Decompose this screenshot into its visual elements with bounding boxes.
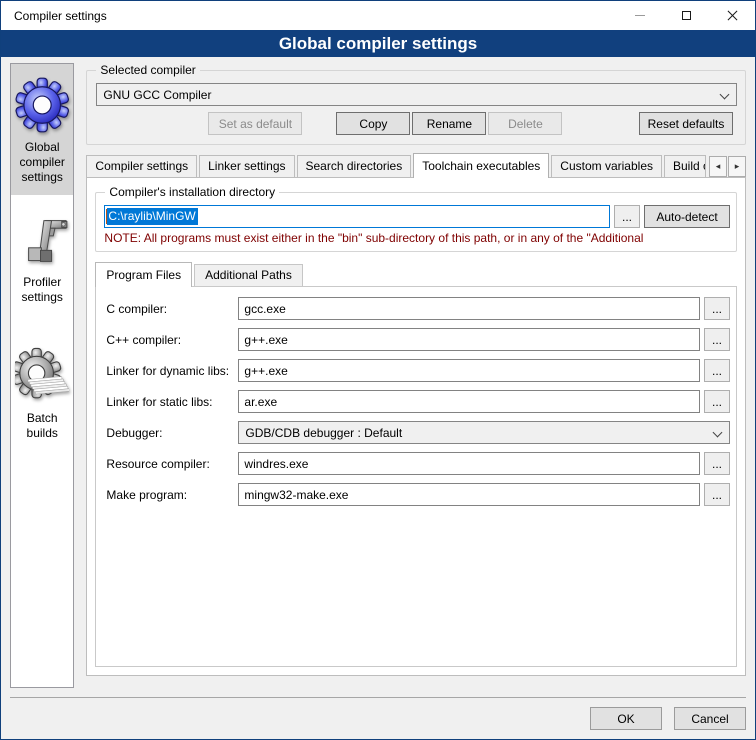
settings-tabstrip: Compiler settings Linker settings Search… — [86, 153, 746, 177]
dynamic-linker-row: Linker for dynamic libs: ... — [106, 359, 730, 382]
make-program-label: Make program: — [106, 488, 238, 502]
tab-scroll-right-button[interactable]: ▸ — [728, 156, 746, 177]
dialog-header-title: Global compiler settings — [279, 34, 477, 54]
dynamic-linker-input[interactable] — [238, 359, 700, 382]
auto-detect-button[interactable]: Auto-detect — [644, 205, 730, 228]
sidebar-item-label: Profiler settings — [15, 275, 69, 305]
chevron-down-icon — [713, 428, 723, 438]
tab-compiler-settings[interactable]: Compiler settings — [86, 155, 197, 177]
tab-linker-settings[interactable]: Linker settings — [199, 155, 294, 177]
sidebar-item-global-compiler-settings[interactable]: Global compiler settings — [11, 64, 73, 195]
blue-gear-icon — [15, 72, 69, 140]
content-row: Global compiler settings — [10, 57, 746, 689]
reset-defaults-button[interactable]: Reset defaults — [639, 112, 733, 135]
tab-scroll-left-button[interactable]: ◂ — [709, 156, 727, 177]
maximize-button[interactable] — [663, 1, 709, 30]
cpp-compiler-input[interactable] — [238, 328, 700, 351]
static-linker-label: Linker for static libs: — [106, 395, 238, 409]
installation-directory-value: C:\raylib\MinGW — [107, 208, 197, 225]
cancel-button[interactable]: Cancel — [674, 707, 746, 730]
static-linker-input[interactable] — [238, 390, 700, 413]
browse-directory-button[interactable]: ... — [614, 205, 640, 228]
c-compiler-row: C compiler: ... — [106, 297, 730, 320]
installation-directory-input[interactable]: C:\raylib\MinGW — [104, 205, 610, 228]
selected-compiler-group: Selected compiler GNU GCC Compiler Set a… — [86, 70, 746, 145]
dialog-footer: OK Cancel — [10, 697, 746, 739]
compiler-select-value: GNU GCC Compiler — [103, 88, 720, 102]
debugger-select[interactable]: GDB/CDB debugger : Default — [238, 421, 730, 444]
c-compiler-browse-button[interactable]: ... — [704, 297, 730, 320]
make-program-browse-button[interactable]: ... — [704, 483, 730, 506]
installation-directory-group: Compiler's installation directory C:\ray… — [95, 192, 737, 252]
sidebar-item-batch-builds[interactable]: Batch builds — [11, 337, 73, 451]
toolchain-executables-page: Compiler's installation directory C:\ray… — [86, 177, 746, 676]
installation-directory-group-label: Compiler's installation directory — [105, 185, 279, 199]
settings-category-list: Global compiler settings — [10, 63, 74, 688]
bin-subdirectory-note: NOTE: All programs must exist either in … — [104, 231, 730, 245]
dynamic-linker-label: Linker for dynamic libs: — [106, 364, 238, 378]
set-as-default-button[interactable]: Set as default — [208, 112, 302, 135]
resource-compiler-input[interactable] — [238, 452, 700, 475]
close-icon — [727, 10, 738, 21]
caliper-icon — [15, 209, 69, 275]
executables-subtabstrip: Program Files Additional Paths — [95, 262, 737, 286]
compiler-buttons-row: Set as default Copy Rename Delete Reset … — [96, 112, 737, 135]
c-compiler-input[interactable] — [238, 297, 700, 320]
cpp-compiler-browse-button[interactable]: ... — [704, 328, 730, 351]
selected-compiler-group-label: Selected compiler — [96, 63, 199, 77]
chevron-down-icon — [720, 90, 730, 100]
titlebar[interactable]: Compiler settings — [1, 1, 755, 30]
dialog-body: Global compiler settings — [1, 57, 755, 739]
make-program-input[interactable] — [238, 483, 700, 506]
minimize-icon — [635, 15, 645, 16]
debugger-select-value: GDB/CDB debugger : Default — [245, 426, 713, 440]
tab-build-options[interactable]: Build options — [664, 155, 706, 177]
c-compiler-label: C compiler: — [106, 302, 238, 316]
resource-compiler-row: Resource compiler: ... — [106, 452, 730, 475]
ok-button[interactable]: OK — [590, 707, 662, 730]
resource-compiler-browse-button[interactable]: ... — [704, 452, 730, 475]
installation-directory-row: C:\raylib\MinGW ... Auto-detect — [104, 205, 730, 228]
compiler-select[interactable]: GNU GCC Compiler — [96, 83, 737, 106]
resource-compiler-label: Resource compiler: — [106, 457, 238, 471]
static-linker-row: Linker for static libs: ... — [106, 390, 730, 413]
window-controls — [617, 1, 755, 30]
make-program-row: Make program: ... — [106, 483, 730, 506]
cpp-compiler-row: C++ compiler: ... — [106, 328, 730, 351]
sidebar-item-profiler-settings[interactable]: Profiler settings — [11, 201, 73, 315]
maximize-icon — [682, 11, 691, 20]
tab-toolchain-executables[interactable]: Toolchain executables — [413, 153, 549, 178]
rename-button[interactable]: Rename — [412, 112, 486, 135]
sidebar-item-label: Global compiler settings — [15, 140, 69, 185]
cpp-compiler-label: C++ compiler: — [106, 333, 238, 347]
compiler-settings-dialog: Compiler settings Global compiler settin… — [0, 0, 756, 740]
tab-scroll-arrows: ◂ ▸ — [708, 156, 746, 177]
minimize-button[interactable] — [617, 1, 663, 30]
batch-builds-gear-icon — [15, 345, 69, 411]
main-panel: Selected compiler GNU GCC Compiler Set a… — [86, 57, 746, 689]
delete-button[interactable]: Delete — [488, 112, 562, 135]
program-files-page: C compiler: ... C++ compiler: ... Linker… — [95, 286, 737, 667]
copy-button[interactable]: Copy — [336, 112, 410, 135]
tab-custom-variables[interactable]: Custom variables — [551, 155, 662, 177]
static-linker-browse-button[interactable]: ... — [704, 390, 730, 413]
window-title: Compiler settings — [1, 9, 107, 23]
subtab-additional-paths[interactable]: Additional Paths — [194, 264, 303, 286]
close-button[interactable] — [709, 1, 755, 30]
debugger-label: Debugger: — [106, 426, 238, 440]
tab-search-directories[interactable]: Search directories — [297, 155, 412, 177]
subtab-program-files[interactable]: Program Files — [95, 262, 192, 287]
dialog-header: Global compiler settings — [1, 30, 755, 57]
sidebar-item-label: Batch builds — [15, 411, 69, 441]
debugger-row: Debugger: GDB/CDB debugger : Default — [106, 421, 730, 444]
dynamic-linker-browse-button[interactable]: ... — [704, 359, 730, 382]
